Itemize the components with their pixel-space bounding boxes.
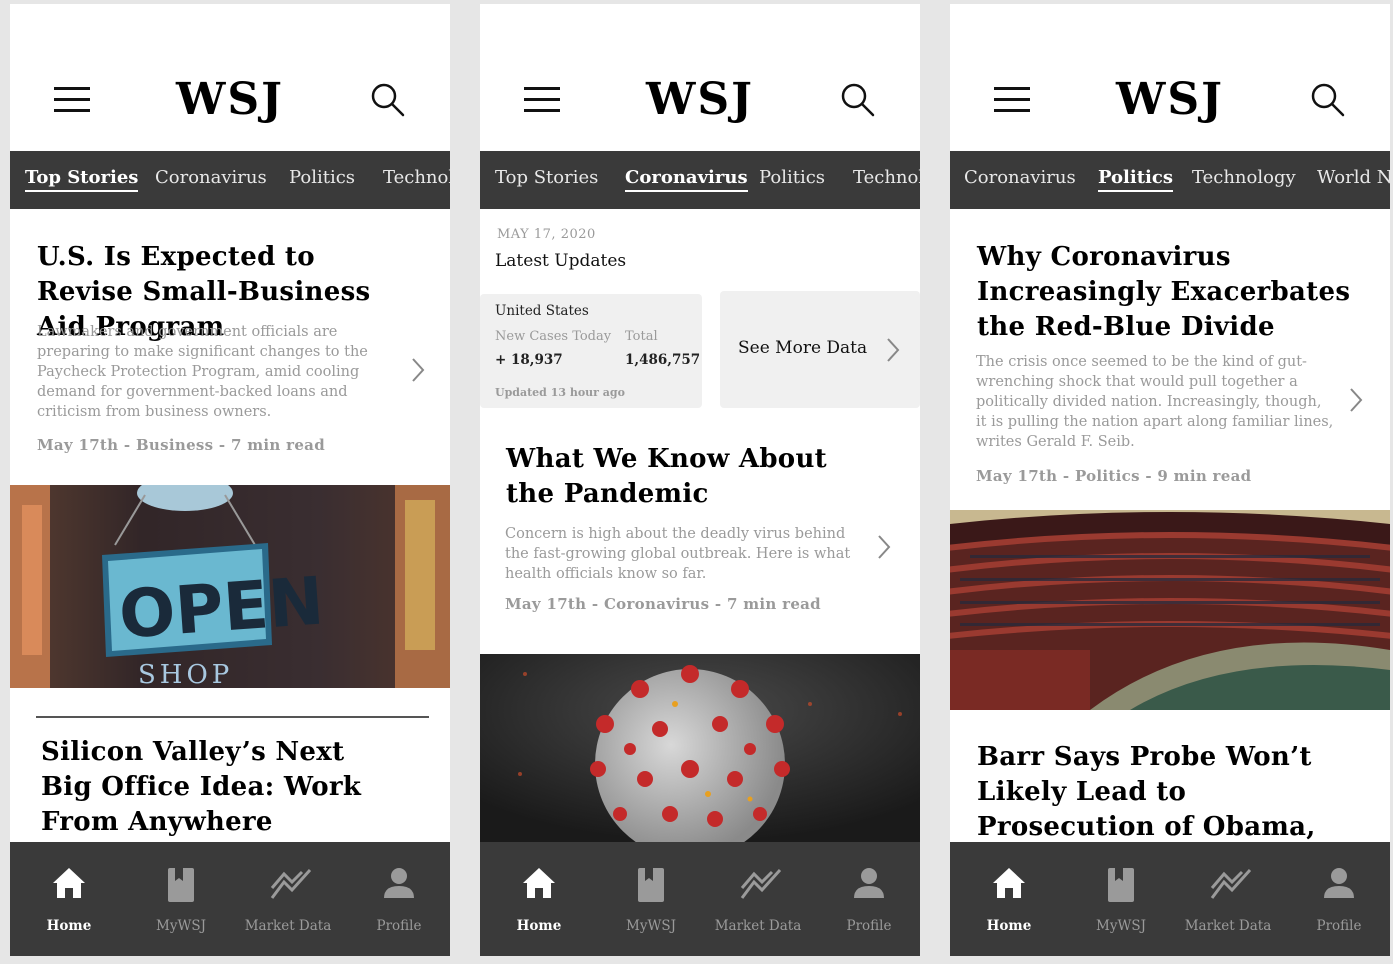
total-value: 1,486,757 xyxy=(625,352,701,368)
nav-market-data[interactable]: Market Data xyxy=(703,842,813,956)
book-icon xyxy=(168,868,194,902)
nav-profile[interactable]: Profile xyxy=(1284,842,1390,956)
total-label: Total xyxy=(625,329,658,344)
app-header: WSJ xyxy=(950,4,1390,151)
home-icon xyxy=(993,868,1025,898)
article-summary: The crisis once seemed to be the kind of… xyxy=(976,354,1334,450)
article-summary: Concern is high about the deadly virus b… xyxy=(505,526,851,582)
search-icon[interactable] xyxy=(370,82,406,118)
nav-label-home: Home xyxy=(46,918,92,934)
see-more-data-button[interactable]: See More Data xyxy=(720,291,920,408)
bottom-nav: Home MyWSJ Market Data Profile xyxy=(480,842,920,956)
chart-line-icon xyxy=(270,868,312,899)
see-more-label: See More Data xyxy=(738,338,868,358)
nav-market-data[interactable]: Market Data xyxy=(233,842,343,956)
nav-label-home: Home xyxy=(516,918,562,934)
tab-technology[interactable]: Technology xyxy=(383,167,450,188)
divider xyxy=(36,716,429,718)
nav-label-mywsj: MyWSJ xyxy=(1096,918,1146,934)
tab-world-news[interactable]: World News xyxy=(1317,167,1390,188)
nav-label-profile: Profile xyxy=(1316,918,1362,934)
tab-politics[interactable]: Politics xyxy=(289,167,355,188)
chevron-right-icon xyxy=(887,338,900,362)
article-meta: May 17th - Politics - 9 min read xyxy=(976,467,1252,485)
nav-mywsj[interactable]: MyWSJ xyxy=(1066,842,1176,956)
nav-home[interactable]: Home xyxy=(484,842,594,956)
nav-label-profile: Profile xyxy=(376,918,422,934)
person-icon xyxy=(384,868,414,898)
nav-label-profile: Profile xyxy=(846,918,892,934)
chevron-right-icon[interactable] xyxy=(410,357,426,383)
open-sign-photo: OPEN SHOP xyxy=(10,485,450,688)
bottom-nav: Home MyWSJ Market Data Profile xyxy=(10,842,450,956)
nav-home[interactable]: Home xyxy=(14,842,124,956)
section-title: Latest Updates xyxy=(495,251,627,271)
tab-coronavirus[interactable]: Coronavirus xyxy=(625,167,748,192)
article-image-parliament[interactable] xyxy=(950,510,1390,710)
tab-coronavirus[interactable]: Coronavirus xyxy=(964,167,1076,188)
shop-text: SHOP xyxy=(138,660,233,688)
article-headline[interactable]: What We Know About the Pandemic xyxy=(506,442,876,512)
bottom-nav: Home MyWSJ Market Data Profile xyxy=(950,842,1390,956)
search-icon[interactable] xyxy=(840,82,876,118)
section-tabs: Top Stories Coronavirus Politics Technol… xyxy=(10,151,450,209)
nav-profile[interactable]: Profile xyxy=(814,842,920,956)
person-icon xyxy=(854,868,884,898)
new-cases-value: + 18,937 xyxy=(495,352,563,368)
book-icon xyxy=(638,868,664,902)
nav-label-mywsj: MyWSJ xyxy=(156,918,206,934)
new-cases-label: New Cases Today xyxy=(495,329,612,344)
screen-coronavirus: WSJ Top Stories Coronavirus Politics Tec… xyxy=(480,4,920,956)
tab-coronavirus[interactable]: Coronavirus xyxy=(155,167,267,188)
chevron-right-icon[interactable] xyxy=(1348,387,1364,413)
nav-label-market-data: Market Data xyxy=(1184,918,1272,934)
screen-top-stories: WSJ Top Stories Coronavirus Politics Tec… xyxy=(10,4,450,956)
home-icon xyxy=(53,868,85,898)
tab-politics[interactable]: Politics xyxy=(759,167,825,188)
virus-illustration xyxy=(480,654,920,842)
section-tabs: Coronavirus Politics Technology World Ne… xyxy=(950,151,1390,209)
chevron-right-icon[interactable] xyxy=(876,534,892,560)
tab-top-stories[interactable]: Top Stories xyxy=(495,167,598,188)
nav-mywsj[interactable]: MyWSJ xyxy=(126,842,236,956)
open-sign-text: OPEN xyxy=(117,562,327,653)
nav-home[interactable]: Home xyxy=(954,842,1064,956)
stats-region: United States xyxy=(495,303,589,319)
article-meta: May 17th - Coronavirus - 7 min read xyxy=(505,595,821,613)
section-tabs: Top Stories Coronavirus Politics Technol… xyxy=(480,151,920,209)
screen-politics: WSJ Coronavirus Politics Technology Worl… xyxy=(950,4,1390,956)
nav-label-market-data: Market Data xyxy=(714,918,802,934)
updated-label: Updated 13 hour ago xyxy=(495,386,625,399)
nav-mywsj[interactable]: MyWSJ xyxy=(596,842,706,956)
article-headline[interactable]: Why Coronavirus Increasingly Exacerbates… xyxy=(977,240,1377,345)
search-icon[interactable] xyxy=(1310,82,1346,118)
book-icon xyxy=(1108,868,1134,902)
chart-line-icon xyxy=(740,868,782,899)
person-icon xyxy=(1324,868,1354,898)
stats-card[interactable]: United States New Cases Today Total + 18… xyxy=(480,294,702,408)
date-label: MAY 17, 2020 xyxy=(497,227,596,242)
parliament-photo xyxy=(950,510,1390,710)
tab-top-stories[interactable]: Top Stories xyxy=(25,167,139,192)
home-icon xyxy=(523,868,555,898)
chart-line-icon xyxy=(1210,868,1252,899)
nav-label-mywsj: MyWSJ xyxy=(626,918,676,934)
article-meta: May 17th - Business - 7 min read xyxy=(37,436,325,454)
tab-politics[interactable]: Politics xyxy=(1098,167,1173,192)
tab-technology[interactable]: Technology xyxy=(853,167,920,188)
tab-technology[interactable]: Technology xyxy=(1192,167,1296,188)
article-image-virus[interactable] xyxy=(480,654,920,842)
app-header: WSJ xyxy=(480,4,920,151)
article-image-open-sign[interactable]: OPEN SHOP xyxy=(10,485,450,688)
nav-label-home: Home xyxy=(986,918,1032,934)
app-header: WSJ xyxy=(10,4,450,151)
nav-label-market-data: Market Data xyxy=(244,918,332,934)
article-summary: Lawmakers and government officials are p… xyxy=(37,324,368,420)
nav-market-data[interactable]: Market Data xyxy=(1173,842,1283,956)
nav-profile[interactable]: Profile xyxy=(344,842,450,956)
article-headline[interactable]: Silicon Valley’s Next Big Office Idea: W… xyxy=(41,735,381,840)
